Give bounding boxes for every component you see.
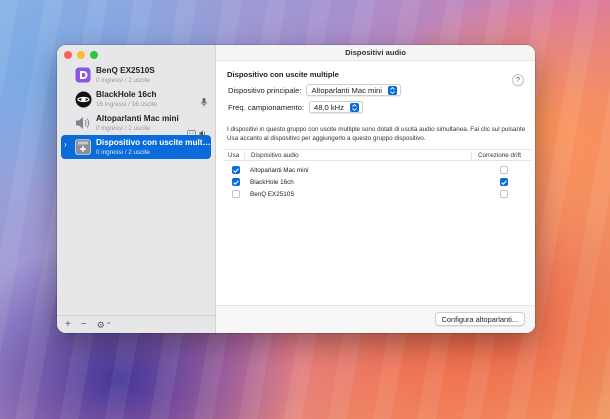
add-device-button[interactable]: + <box>65 319 71 330</box>
updown-arrows-icon <box>387 85 397 95</box>
sidebar-device-blackhole[interactable]: BlackHole 16ch 16 ingressi / 16 uscite <box>61 87 211 111</box>
primary-device-row: Dispositivo principale: Altoparlanti Mac… <box>228 84 401 96</box>
column-header-drift[interactable]: Correzione drift <box>471 151 531 159</box>
updown-arrows-icon <box>349 102 359 112</box>
disclosure-chevron-icon[interactable]: › <box>64 141 67 149</box>
drift-correction-checkbox[interactable] <box>500 166 508 174</box>
primary-device-label: Dispositivo principale: <box>228 85 302 95</box>
configure-speakers-button[interactable]: Configura altoparlanti... <box>434 312 525 326</box>
device-io-count: 16 ingressi / 16 uscite <box>96 100 157 108</box>
sidebar-device-multi-output[interactable]: › Dispositivo con uscite multi... 0 ingr… <box>61 135 211 159</box>
device-cell: Altoparlanti Mac mini <box>250 166 309 174</box>
table-row: BlackHole 16ch <box>223 176 531 188</box>
sidebar: BenQ EX2510S 0 ingressi / 2 uscite Black… <box>57 45 216 333</box>
window-title: Dispositivi audio <box>216 45 535 61</box>
device-io-count: 0 ingressi / 2 uscite <box>96 148 150 156</box>
drift-correction-checkbox[interactable] <box>500 178 508 186</box>
column-header-use[interactable]: Usa <box>223 152 244 159</box>
zoom-button[interactable] <box>90 51 98 59</box>
column-header-device[interactable]: Dispositivo audio <box>244 151 471 159</box>
device-status-icons <box>201 94 207 112</box>
sample-rate-value: 48,0 kHz <box>313 102 344 112</box>
displayport-icon <box>74 66 92 84</box>
speaker-icon <box>74 114 92 132</box>
gear-icon: ⚙ <box>96 319 105 330</box>
device-name: BlackHole 16ch <box>96 89 157 99</box>
device-io-count: 0 ingressi / 2 uscite <box>96 76 150 84</box>
minimize-button[interactable] <box>77 51 85 59</box>
blackhole-icon <box>74 90 92 108</box>
close-button[interactable] <box>64 51 72 59</box>
primary-device-value: Altoparlanti Mac mini <box>311 85 382 95</box>
remove-device-button[interactable]: − <box>81 319 87 330</box>
section-title: Dispositivo con uscite multiple <box>227 70 339 79</box>
info-description: I dispositivi in questo gruppo con uscit… <box>227 126 526 142</box>
table-row: BenQ EX2510S <box>223 188 531 200</box>
sample-rate-label: Freq. campionamento: <box>228 102 304 112</box>
microphone-icon <box>201 94 207 112</box>
chevron-down-icon: ⌄ <box>105 319 112 326</box>
sidebar-toolbar: + − ⚙ ⌄ <box>57 315 215 333</box>
device-detail-pane: Dispositivi audio Dispositivo con uscite… <box>216 45 535 333</box>
use-checkbox[interactable] <box>232 166 240 174</box>
device-name: BenQ EX2510S <box>96 65 155 75</box>
audio-midi-setup-window: BenQ EX2510S 0 ingressi / 2 uscite Black… <box>57 45 535 333</box>
device-cell: BlackHole 16ch <box>250 178 294 186</box>
sample-rate-popup[interactable]: 48,0 kHz <box>308 101 363 113</box>
device-name: Altoparlanti Mac mini <box>96 113 179 123</box>
action-menu-button[interactable]: ⚙ ⌄ <box>96 319 112 330</box>
sidebar-device-benq[interactable]: BenQ EX2510S 0 ingressi / 2 uscite <box>61 63 211 87</box>
use-checkbox[interactable] <box>232 190 240 198</box>
sub-devices-table: Usa Dispositivo audio Correzione drift A… <box>223 149 531 200</box>
sample-rate-row: Freq. campionamento: 48,0 kHz <box>228 101 363 113</box>
primary-device-popup[interactable]: Altoparlanti Mac mini <box>306 84 401 96</box>
table-row: Altoparlanti Mac mini <box>223 164 531 176</box>
device-name: Dispositivo con uscite multi... <box>96 137 211 147</box>
window-controls <box>64 51 98 59</box>
detail-footer: Configura altoparlanti... <box>216 305 535 333</box>
use-checkbox[interactable] <box>232 178 240 186</box>
multi-output-icon <box>74 138 92 156</box>
table-header: Usa Dispositivo audio Correzione drift <box>223 149 531 161</box>
sidebar-device-mac-mini-speakers[interactable]: Altoparlanti Mac mini 0 ingressi / 2 usc… <box>61 111 211 137</box>
help-button[interactable]: ? <box>512 74 524 86</box>
drift-correction-checkbox[interactable] <box>500 190 508 198</box>
device-list: BenQ EX2510S 0 ingressi / 2 uscite Black… <box>61 63 211 159</box>
device-cell: BenQ EX2510S <box>250 190 295 198</box>
